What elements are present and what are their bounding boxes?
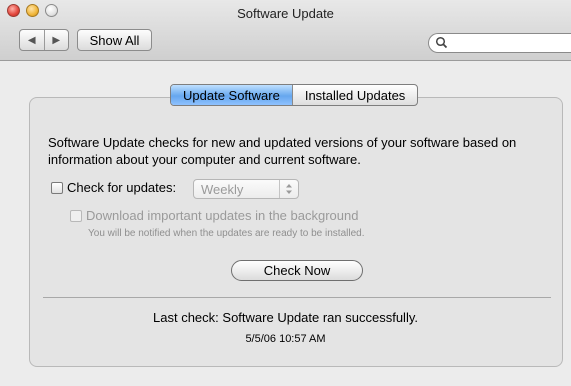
download-background-row: Download important updates in the backgr… [70,208,358,223]
check-for-updates-row: Check for updates: [51,180,176,195]
tab-bar: Update Software Installed Updates [170,84,419,106]
last-check-timestamp: 5/5/06 10:57 AM [245,333,326,345]
tab-update-software[interactable]: Update Software [171,85,292,105]
chevron-right-icon: ▶ [52,34,61,46]
window-title: Software Update [237,6,334,21]
search-field[interactable] [428,33,571,53]
show-all-button[interactable]: Show All [77,29,152,51]
forward-button[interactable]: ▶ [45,30,69,50]
frequency-value: Weekly [201,181,244,197]
check-for-updates-checkbox[interactable] [51,181,63,194]
last-check-status: Last check: Software Update ran successf… [0,310,571,325]
download-note: You will be notified when the updates ar… [88,228,365,239]
chevron-left-icon: ◀ [27,34,36,46]
tab-installed-updates[interactable]: Installed Updates [291,85,417,105]
check-now-button[interactable]: Check Now [231,260,363,281]
back-forward-buttons: ◀ ▶ [19,29,69,51]
last-check-message: Software Update ran successfully. [222,310,418,325]
frequency-popup[interactable]: Weekly [193,179,299,199]
search-icon [435,36,448,49]
download-background-checkbox[interactable] [70,209,82,222]
check-for-updates-label[interactable]: Check for updates: [67,180,176,195]
software-update-window: Software Update ◀ ▶ Show All Update Soft… [0,0,571,386]
toolbar: Software Update ◀ ▶ Show All [0,0,571,61]
download-background-label: Download important updates in the backgr… [86,208,359,223]
up-down-arrows-icon [279,180,298,198]
search-input[interactable] [451,35,565,51]
last-check-label: Last check: [153,310,219,325]
back-button[interactable]: ◀ [20,30,45,50]
divider [43,297,551,298]
description-text: Software Update checks for new and updat… [48,135,517,167]
